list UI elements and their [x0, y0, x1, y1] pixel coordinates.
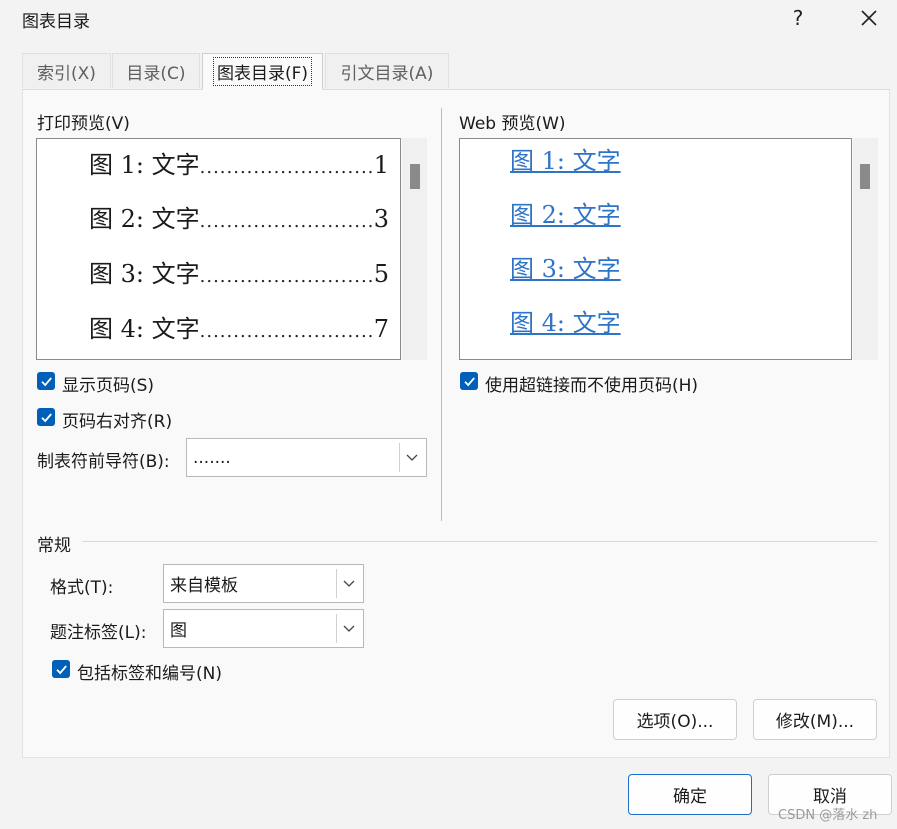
checkmark-icon [40, 376, 52, 386]
format-value: 来自模板 [170, 576, 238, 596]
scrollbar-thumb[interactable] [410, 164, 420, 189]
general-heading: 常规 [37, 536, 71, 556]
dialog-title: 图表目录 [22, 12, 90, 32]
web-preview-link: 图 2: 文字 [510, 201, 621, 229]
use-hyperlinks-checkbox[interactable] [460, 372, 478, 390]
general-divider [82, 541, 877, 542]
tab-leader-value: ....... [193, 447, 231, 468]
web-preview-label: Web 预览(W) [459, 114, 566, 134]
options-button[interactable]: 选项(O)... [613, 699, 737, 740]
tab-table-of-authorities[interactable]: 引文目录(A) [325, 53, 449, 88]
tab-table-of-figures[interactable]: 图表目录(F) [202, 53, 323, 90]
include-label-label: 包括标签和编号(N) [77, 664, 222, 684]
print-preview-scrollbar[interactable] [402, 138, 427, 360]
caption-label-select[interactable]: 图 [163, 609, 364, 648]
print-preview-box: 图 1: 文字.................................… [36, 138, 401, 360]
modify-button[interactable]: 修改(M)... [753, 699, 877, 740]
right-align-label: 页码右对齐(R) [62, 412, 173, 432]
watermark: CSDN @落水 zh [778, 808, 878, 823]
tab-index[interactable]: 索引(X) [22, 53, 111, 88]
dialog: 图表目录 ? 索引(X) 目录(C) 图表目录(F) 引文目录(A) 打印预览(… [0, 0, 897, 829]
include-label-checkbox[interactable] [52, 660, 70, 678]
checkmark-icon [55, 664, 67, 674]
chevron-down-icon [399, 443, 424, 472]
print-preview-row: 图 4: 文字.................................… [89, 315, 389, 343]
web-preview-box: 图 1: 文字 图 2: 文字 图 3: 文字 图 4: 文字 [459, 138, 852, 360]
chevron-down-icon [336, 569, 361, 598]
right-align-checkbox[interactable] [37, 408, 55, 426]
format-select[interactable]: 来自模板 [163, 564, 364, 603]
tab-toc[interactable]: 目录(C) [112, 53, 200, 88]
use-hyperlinks-label: 使用超链接而不使用页码(H) [485, 376, 699, 396]
close-button[interactable] [846, 0, 892, 36]
show-page-numbers-label: 显示页码(S) [62, 376, 155, 396]
vertical-divider [441, 108, 442, 521]
print-preview-row: 图 1: 文字.................................… [89, 151, 389, 179]
tab-leader-select[interactable]: ....... [186, 438, 427, 477]
checkmark-icon [40, 412, 52, 422]
print-preview-row: 图 3: 文字.................................… [89, 260, 389, 288]
caption-label-value: 图 [170, 621, 187, 641]
checkmark-icon [463, 376, 475, 386]
web-preview-link: 图 4: 文字 [510, 309, 621, 337]
web-preview-scrollbar[interactable] [853, 138, 878, 360]
caption-label-label: 题注标签(L): [50, 623, 147, 643]
help-icon: ? [792, 6, 804, 30]
web-preview-link: 图 1: 文字 [510, 147, 621, 175]
tab-leader-label: 制表符前导符(B): [37, 452, 170, 472]
web-preview-link: 图 3: 文字 [510, 255, 621, 283]
chevron-down-icon [336, 614, 361, 643]
print-preview-label: 打印预览(V) [37, 114, 130, 134]
close-icon [861, 10, 877, 26]
format-label: 格式(T): [50, 578, 114, 598]
print-preview-row: 图 2: 文字.................................… [89, 205, 389, 233]
ok-button[interactable]: 确定 [628, 774, 752, 815]
help-button[interactable]: ? [775, 0, 821, 36]
show-page-numbers-checkbox[interactable] [37, 372, 55, 390]
scrollbar-thumb[interactable] [860, 164, 870, 189]
